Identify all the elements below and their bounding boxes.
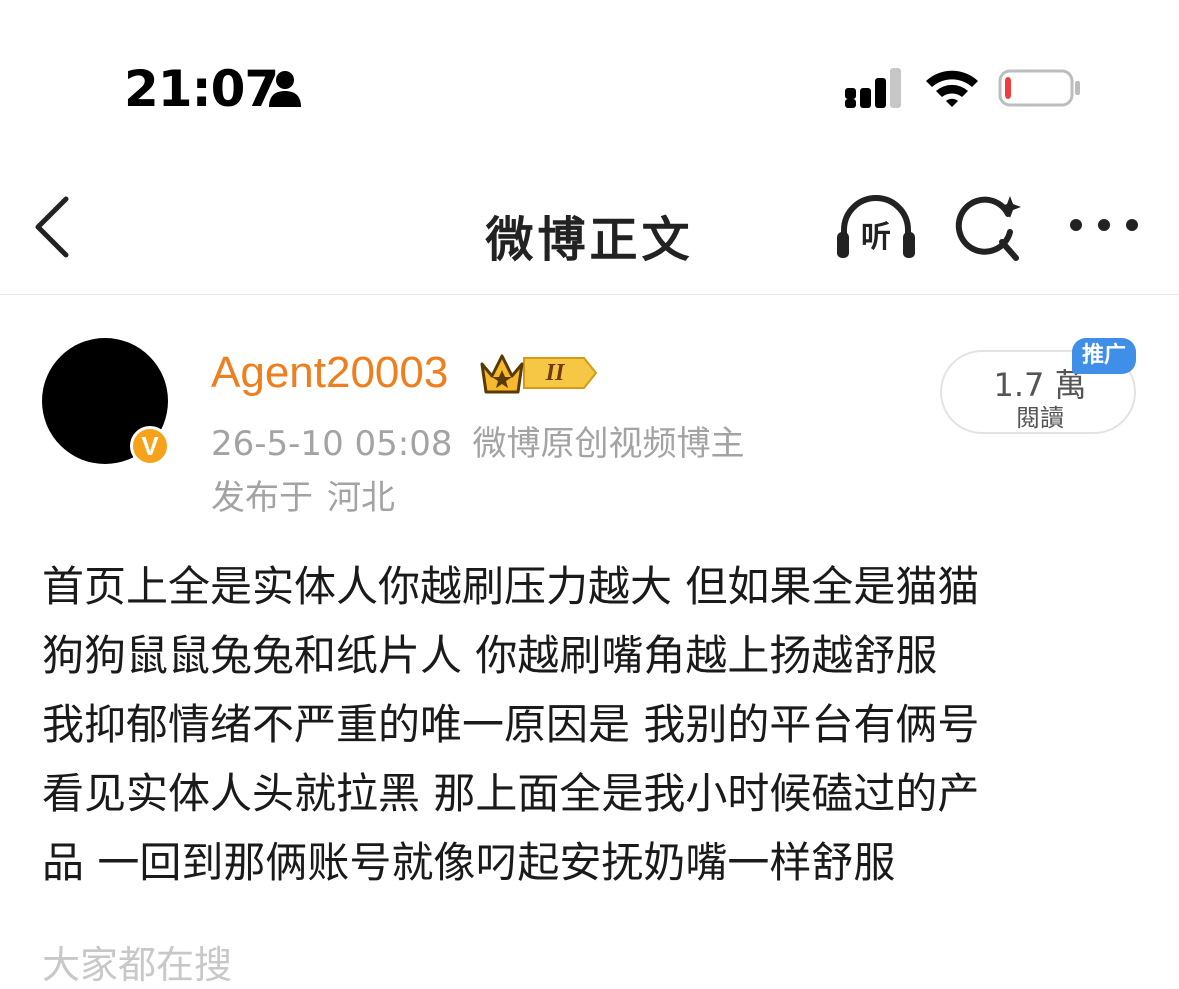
crown-badge[interactable]: II [480, 350, 598, 396]
search-icon[interactable] [954, 192, 1026, 264]
person-icon [269, 71, 301, 107]
location-prefix: 发布于 [211, 478, 313, 518]
author-name[interactable]: Agent20003 [211, 348, 448, 398]
location-name: 河北 [327, 478, 395, 518]
post-line: 我抑郁情绪不严重的唯一原因是 我别的平台有俩号 [42, 700, 980, 749]
battery-icon [998, 69, 1080, 107]
more-icon[interactable] [1066, 210, 1142, 240]
status-bar: 21:07 [0, 0, 1179, 160]
post-meta: 26-5-10 05:08 微博原创视频博主 [211, 416, 745, 465]
verified-badge: V [130, 426, 170, 466]
read-label: 閱讀 [1016, 404, 1064, 432]
verified-mark: V [141, 431, 159, 461]
post-line: 狗狗鼠鼠兔兔和纸片人 你越刷嘴角越上扬越舒服 [42, 631, 938, 680]
promo-tag: 推广 [1072, 338, 1136, 374]
listen-label: 听 [861, 220, 891, 255]
post-timestamp: 26-5-10 05:08 [211, 424, 453, 464]
post-location: 发布于 河北 [211, 470, 395, 519]
signal-icon [845, 68, 901, 108]
post-line: 首页上全是实体人你越刷压力越大 但如果全是猫猫 [42, 562, 980, 611]
post-line: 品 一回到那俩账号就像叼起安抚奶嘴一样舒服 [42, 838, 896, 887]
author-tag: 微博原创视频博主 [472, 424, 745, 464]
crown-level: II [545, 360, 565, 386]
post-body: 首页上全是实体人你越刷压力越大 但如果全是猫猫 狗狗鼠鼠兔兔和纸片人 你越刷嘴角… [42, 552, 1142, 897]
listen-button[interactable]: 听 [834, 192, 918, 264]
post-line: 看见实体人头就拉黑 那上面全是我小时候磕过的产 [42, 769, 980, 818]
wifi-icon [926, 70, 978, 107]
status-time: 21:07 [124, 60, 279, 118]
nav-bar: 微博正文 听 [0, 160, 1179, 295]
